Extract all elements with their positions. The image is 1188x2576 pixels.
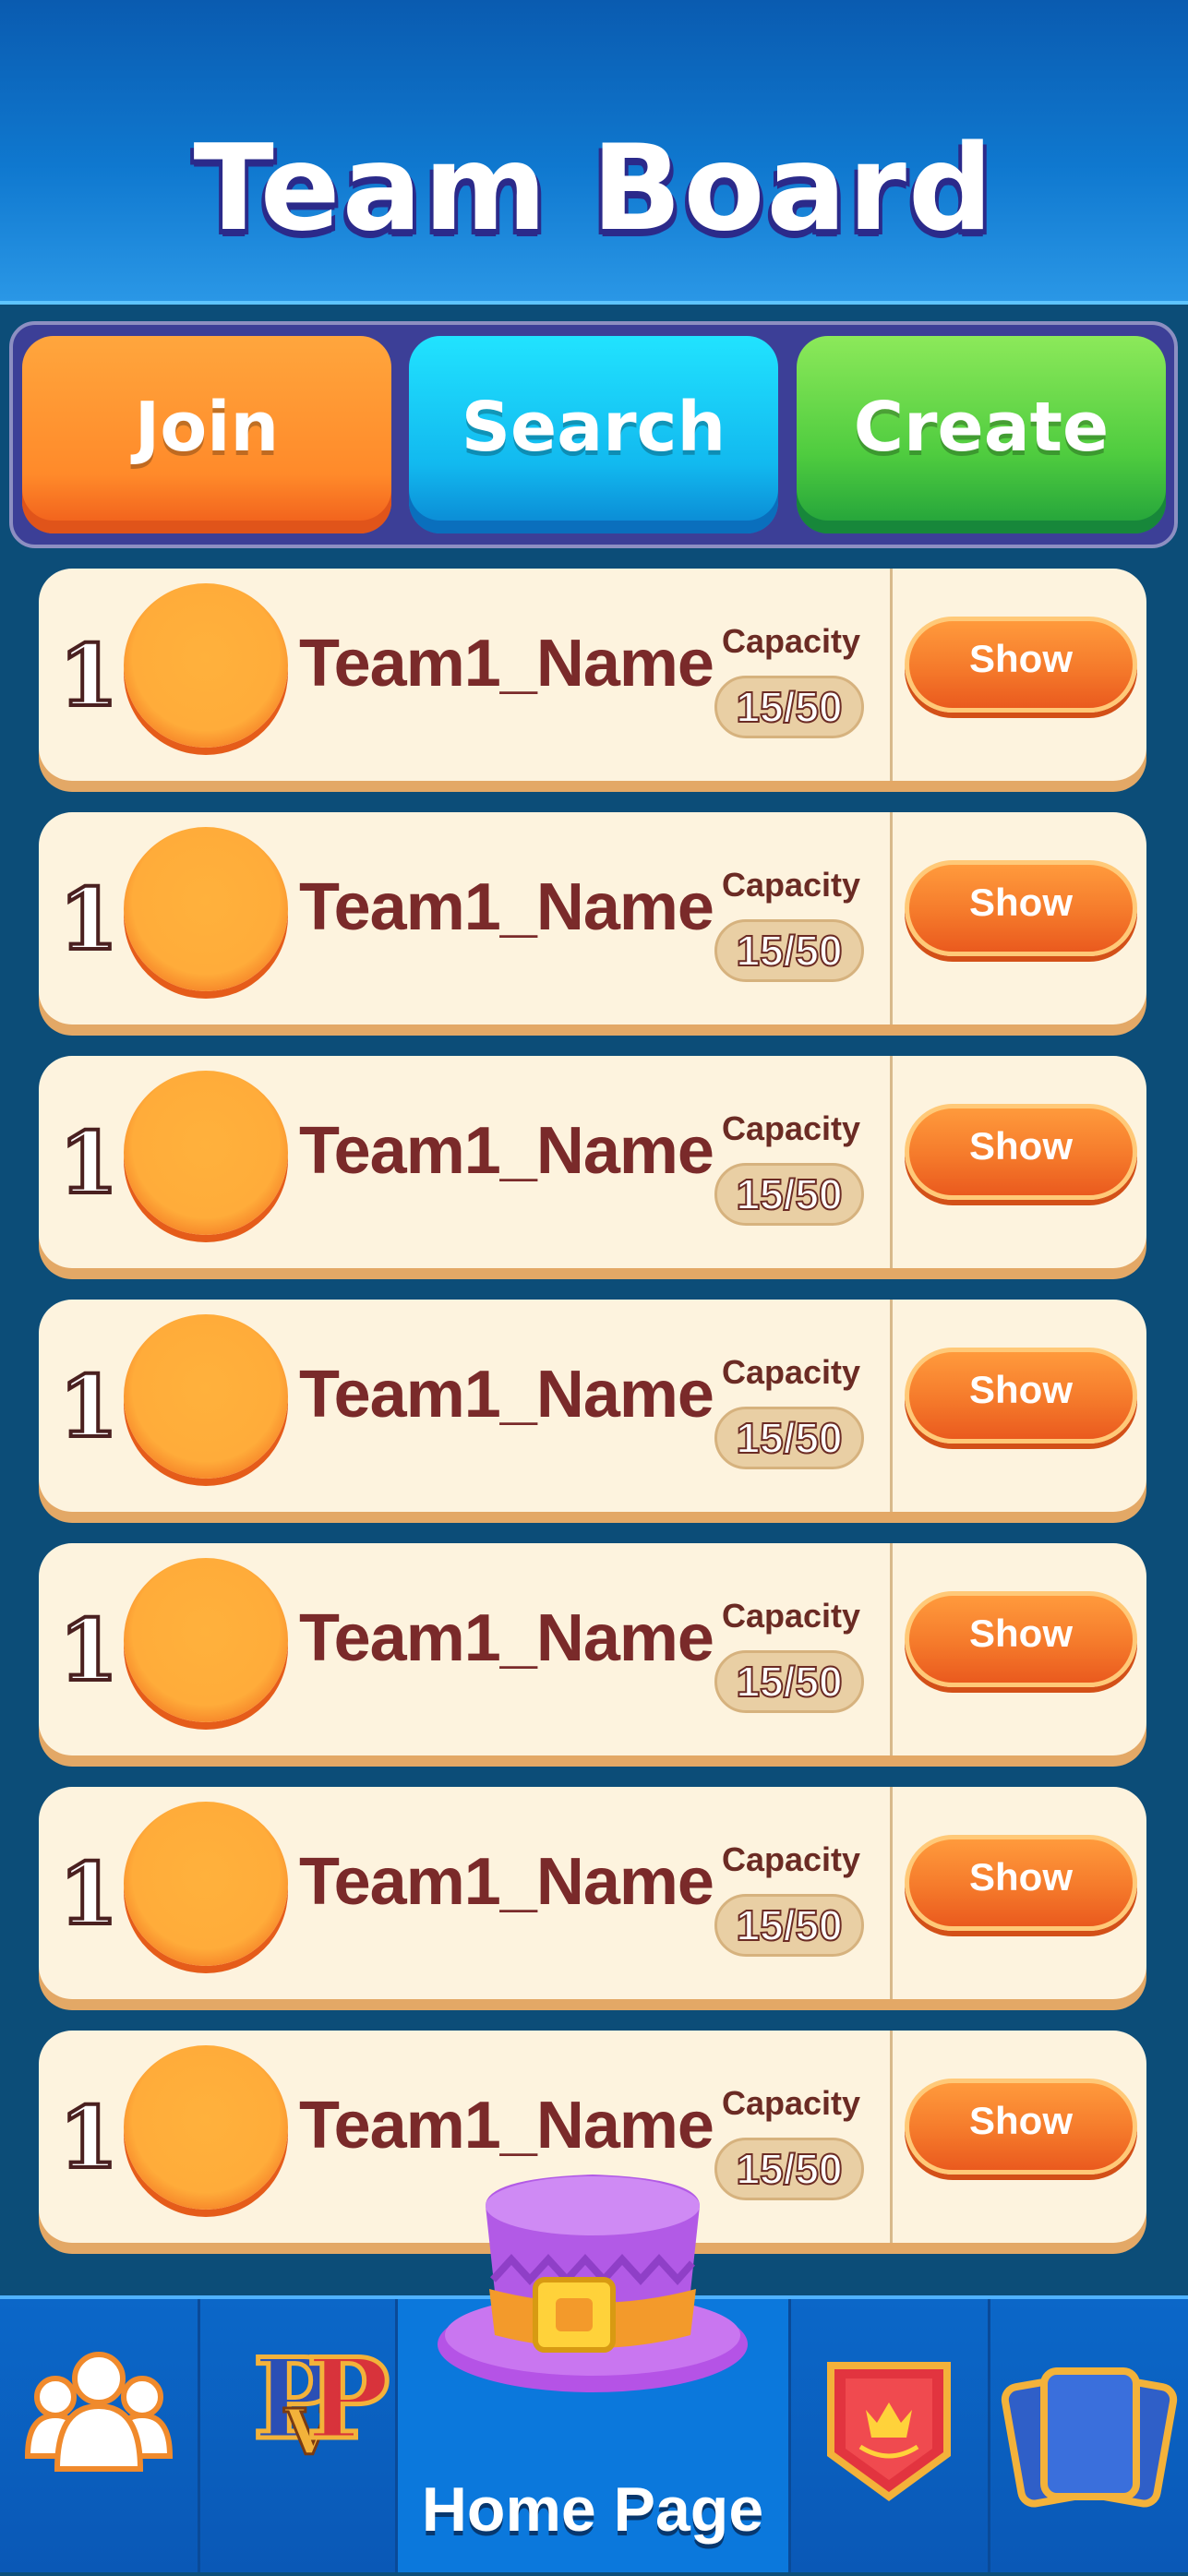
team-row: 1 Team1_Name Capacity 15/50 Show: [39, 569, 1146, 781]
team-rank: 1: [57, 1355, 120, 1458]
nav-cards[interactable]: [990, 2299, 1188, 2572]
team-rank: 1: [57, 868, 120, 971]
tab-join[interactable]: Join: [22, 336, 391, 533]
nav-home-label: Home Page: [421, 2474, 764, 2545]
row-divider: [890, 1056, 893, 1268]
capacity-label: Capacity: [722, 1353, 861, 1391]
row-divider: [890, 1787, 893, 1999]
nav-pvp[interactable]: P V P: [198, 2299, 395, 2572]
show-button-label: Show: [969, 1368, 1073, 1411]
team-name: Team1_Name: [299, 1358, 714, 1432]
row-divider: [890, 1300, 893, 1512]
show-team-button[interactable]: Show: [905, 617, 1137, 713]
show-team-button[interactable]: Show: [905, 1835, 1137, 1931]
capacity-label: Capacity: [722, 1597, 861, 1635]
capacity-value: 15/50: [714, 1407, 864, 1469]
team-row: 1 Team1_Name Capacity 15/50 Show: [39, 1056, 1146, 1268]
team-avatar: [124, 1558, 288, 1722]
capacity-value: 15/50: [714, 1163, 864, 1226]
row-divider: [890, 2031, 893, 2243]
team-rank: 1: [57, 624, 120, 727]
team-rank: 1: [57, 1111, 120, 1215]
capacity-label: Capacity: [722, 1840, 861, 1878]
team-name: Team1_Name: [299, 870, 714, 944]
capacity-label: Capacity: [722, 622, 861, 660]
team-avatar: [124, 1802, 288, 1966]
top-hat-icon: [438, 2175, 748, 2392]
show-team-button[interactable]: Show: [905, 860, 1137, 956]
trophy-banner-icon: [827, 2362, 951, 2501]
row-divider: [890, 812, 893, 1024]
capacity-value: 15/50: [714, 919, 864, 982]
capacity-label: Capacity: [722, 2084, 861, 2122]
tab-search[interactable]: Search: [409, 336, 778, 533]
team-rank: 1: [57, 1842, 120, 1946]
tab-create[interactable]: Create: [797, 336, 1166, 533]
team-avatar: [124, 583, 288, 748]
page-title: Team Board: [193, 120, 995, 258]
show-button-label: Show: [969, 1124, 1073, 1168]
team-name: Team1_Name: [299, 1601, 714, 1675]
tab-join-label: Join: [134, 388, 280, 467]
row-divider: [890, 1543, 893, 1755]
team-name: Team1_Name: [299, 627, 714, 701]
nav-team[interactable]: [0, 2299, 198, 2572]
team-avatar: [124, 1314, 288, 1479]
team-row: 1 Team1_Name Capacity 15/50 Show: [39, 1787, 1146, 1999]
cards-icon: [1001, 2367, 1178, 2508]
team-row: 1 Team1_Name Capacity 15/50 Show: [39, 1543, 1146, 1755]
team-row: 1 Team1_Name Capacity 15/50 Show: [39, 812, 1146, 1024]
show-button-label: Show: [969, 881, 1073, 924]
show-button-label: Show: [969, 2099, 1073, 2142]
show-button-label: Show: [969, 1611, 1073, 1655]
nav-trophy[interactable]: [790, 2299, 988, 2572]
tab-create-label: Create: [853, 388, 1110, 467]
tab-search-label: Search: [461, 388, 726, 467]
show-team-button[interactable]: Show: [905, 1104, 1137, 1200]
svg-text:P: P: [306, 2334, 390, 2464]
show-team-button[interactable]: Show: [905, 1348, 1137, 1444]
show-team-button[interactable]: Show: [905, 2079, 1137, 2175]
pvp-icon: P V P: [251, 2332, 392, 2472]
team-rank: 1: [57, 2086, 120, 2189]
show-button-label: Show: [969, 637, 1073, 680]
team-icon: [24, 2352, 174, 2472]
nav-home-icon-holder[interactable]: [397, 2151, 788, 2427]
team-row: 1 Team1_Name Capacity 15/50 Show: [39, 1300, 1146, 1512]
team-avatar: [124, 827, 288, 991]
capacity-label: Capacity: [722, 1109, 861, 1147]
show-team-button[interactable]: Show: [905, 1591, 1137, 1687]
team-rank: 1: [57, 1599, 120, 1702]
capacity-value: 15/50: [714, 1650, 864, 1713]
capacity-label: Capacity: [722, 866, 861, 904]
team-name: Team1_Name: [299, 1114, 714, 1188]
capacity-value: 15/50: [714, 676, 864, 738]
capacity-value: 15/50: [714, 1894, 864, 1957]
row-divider: [890, 569, 893, 781]
show-button-label: Show: [969, 1855, 1073, 1899]
team-avatar: [124, 2045, 288, 2210]
team-name: Team1_Name: [299, 1845, 714, 1919]
team-avatar: [124, 1071, 288, 1235]
